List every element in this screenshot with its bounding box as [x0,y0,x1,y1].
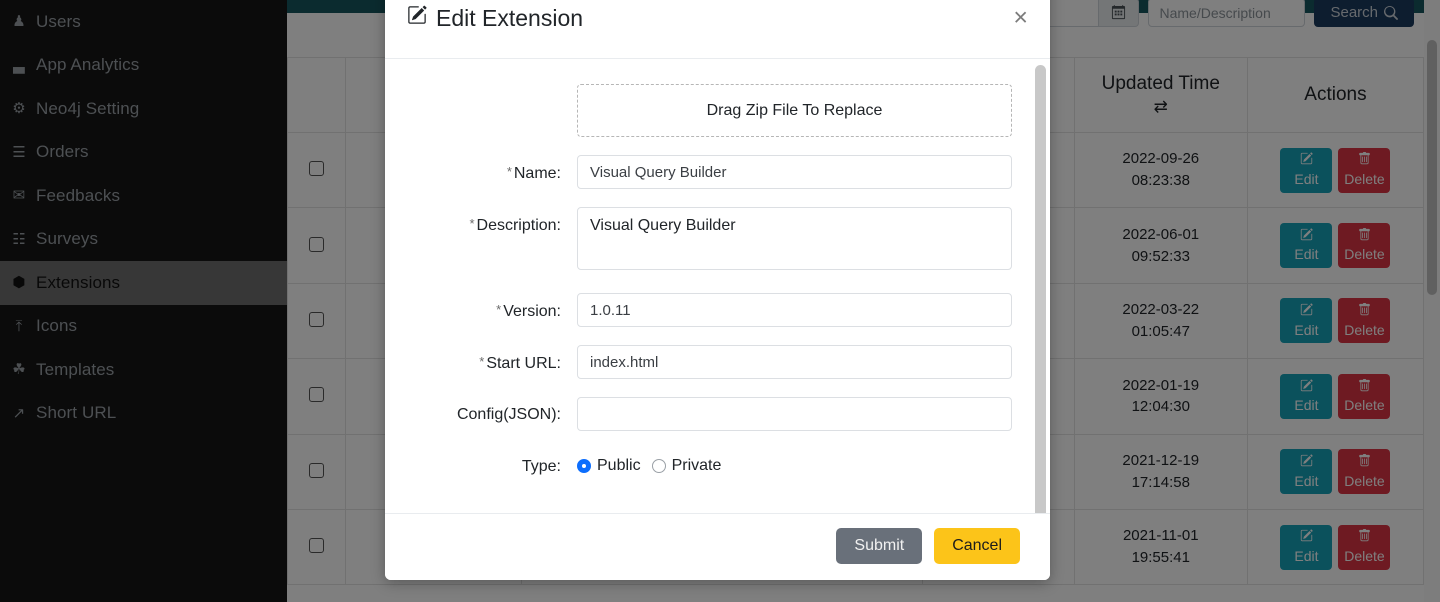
description-textarea[interactable] [577,207,1012,270]
version-label: *Version: [397,293,577,321]
dialog-scrollbar-thumb[interactable] [1035,65,1046,513]
dialog-title-text: Edit Extension [436,5,583,32]
name-label-text: Name: [514,165,561,182]
required-marker: * [469,216,474,231]
starturl-label-text: Start URL: [486,355,561,372]
zip-dropzone[interactable]: Drag Zip File To Replace [577,84,1012,137]
pencil-square-icon [407,5,427,31]
edit-extension-dialog: Edit Extension × Drag Zip File To Replac… [385,0,1050,580]
dialog-scrollbar[interactable] [1035,65,1046,513]
config-label: Config(JSON): [397,397,577,424]
cancel-button[interactable]: Cancel [934,528,1020,564]
dropzone-spacer [397,84,577,93]
required-marker: * [496,302,501,317]
field-row-config: Config(JSON): [397,397,1020,431]
field-row-name: *Name: [397,155,1020,189]
dialog-footer: Submit Cancel [385,513,1050,580]
type-radio-private[interactable]: Private [652,457,722,475]
version-input[interactable] [577,293,1012,327]
type-radio-public[interactable]: Public [577,457,641,475]
close-icon[interactable]: × [1013,6,1028,31]
dialog-body: Drag Zip File To Replace *Name: *Descrip… [385,59,1050,513]
description-label: *Description: [397,207,577,235]
starturl-label: *Start URL: [397,345,577,373]
dialog-header: Edit Extension × [385,0,1050,59]
type-radio-label: Private [672,457,722,475]
field-row-version: *Version: [397,293,1020,327]
type-label-text: Type: [522,458,561,475]
type-radio-group: Public Private [577,449,1012,475]
field-row-starturl: *Start URL: [397,345,1020,379]
type-radio-label: Public [597,457,641,475]
submit-button[interactable]: Submit [836,528,922,564]
field-row-type: Type: Public Private [397,449,1020,476]
dropzone-row: Drag Zip File To Replace [397,84,1020,137]
dialog-title: Edit Extension [407,5,583,32]
zip-dropzone-label: Drag Zip File To Replace [707,102,883,120]
required-marker: * [479,354,484,369]
version-label-text: Version: [503,303,561,320]
type-label: Type: [397,449,577,476]
required-marker: * [507,164,512,179]
field-row-description: *Description: [397,207,1020,275]
name-input[interactable] [577,155,1012,189]
radio-dot[interactable] [652,459,666,473]
starturl-input[interactable] [577,345,1012,379]
screen: ♟Users▃App Analytics⚙Neo4j Setting☰Order… [0,0,1440,602]
radio-dot[interactable] [577,459,591,473]
description-label-text: Description: [477,217,561,234]
config-label-text: Config(JSON): [457,406,561,423]
name-label: *Name: [397,155,577,183]
config-input[interactable] [577,397,1012,431]
